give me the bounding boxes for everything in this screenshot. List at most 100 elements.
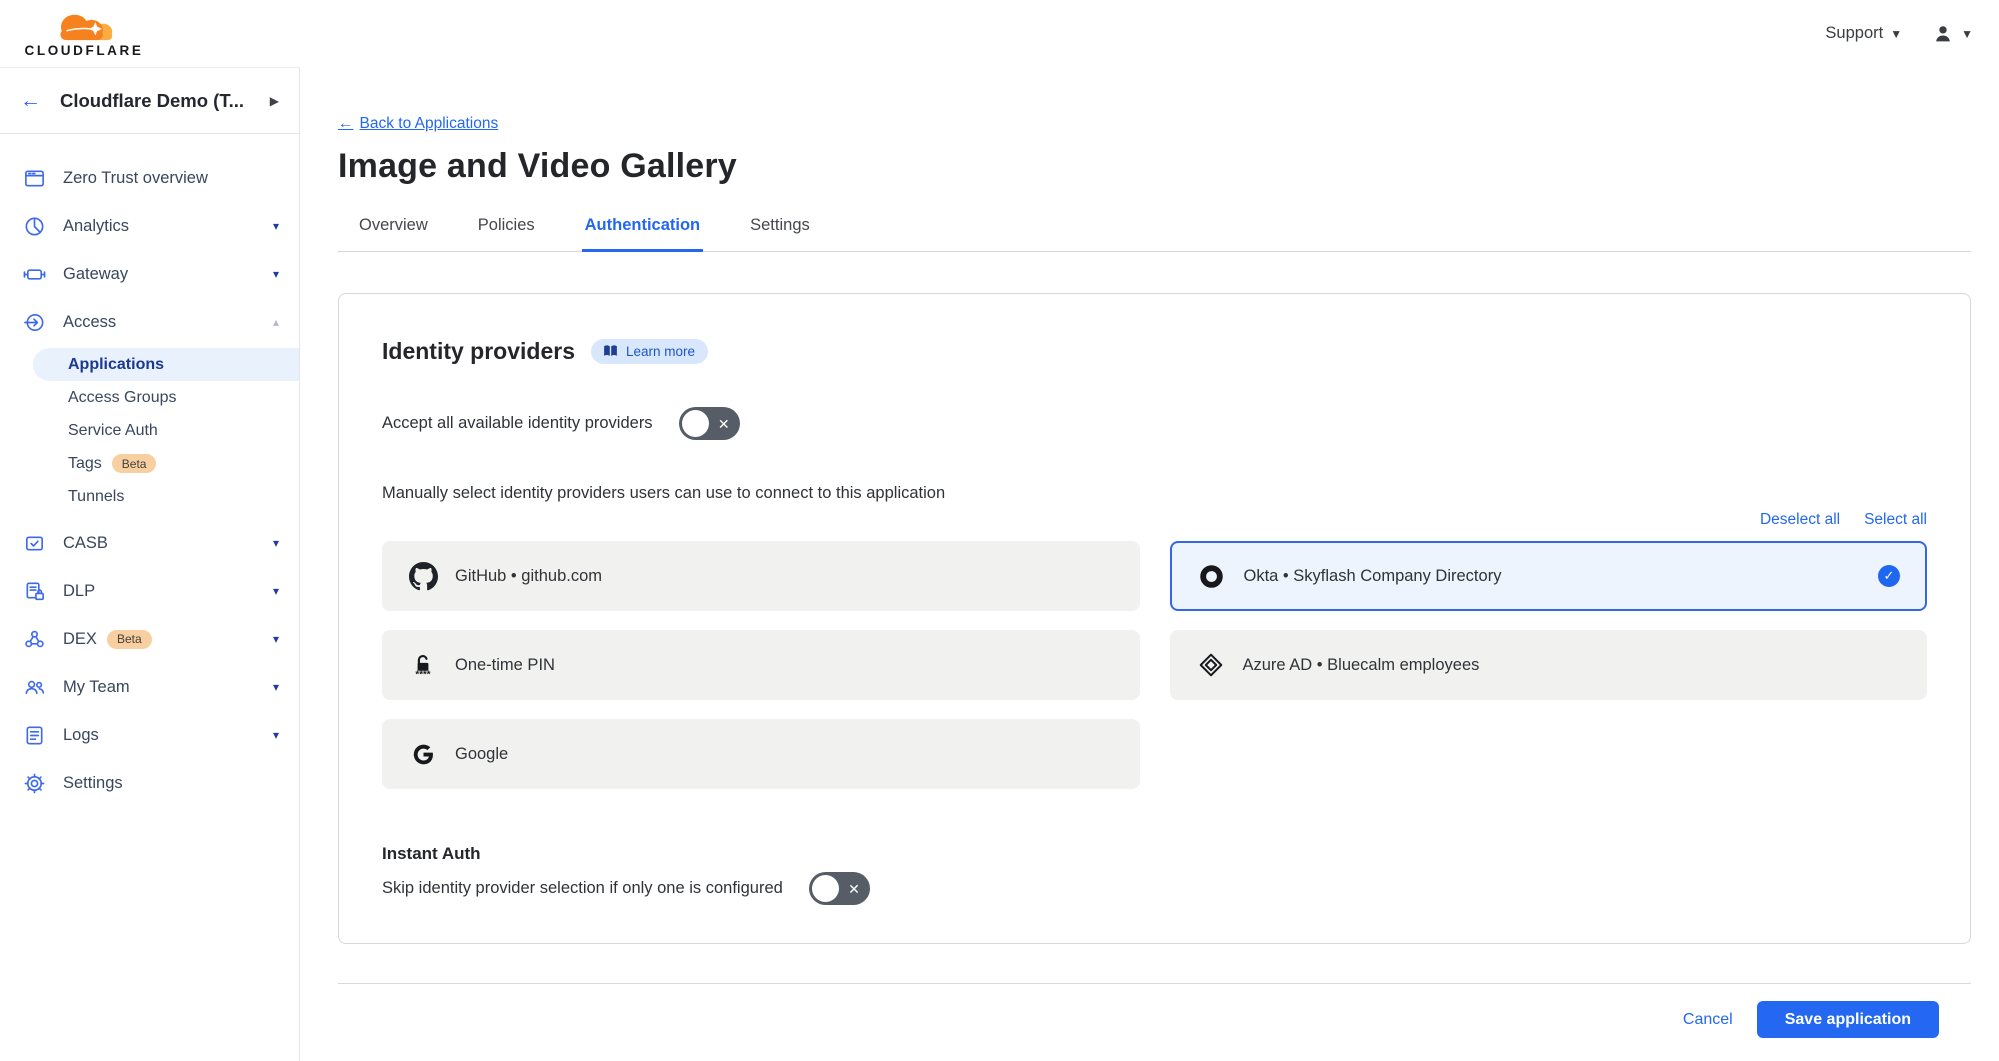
toggle-off-x-icon: ✕	[718, 417, 730, 431]
chevron-down-icon: ▼	[1961, 27, 1973, 41]
instant-auth-toggle[interactable]: ✕	[809, 872, 870, 905]
azure-ad-icon	[1196, 652, 1226, 678]
sidebar-item-label: Access	[63, 313, 116, 332]
accept-all-label: Accept all available identity providers	[382, 414, 653, 433]
support-menu[interactable]: Support ▼	[1825, 24, 1902, 43]
sidebar-item-label: Gateway	[63, 265, 128, 284]
team-header: ← Cloudflare Demo (T... ▶	[0, 67, 299, 134]
topbar-right: Support ▼ ▼	[1825, 23, 1973, 45]
sidebar-subitem-tags[interactable]: TagsBeta	[0, 447, 299, 480]
selected-check-icon: ✓	[1878, 565, 1900, 587]
toggle-off-x-icon: ✕	[848, 882, 860, 896]
user-icon	[1932, 23, 1954, 45]
select-all-link[interactable]: Select all	[1864, 511, 1927, 529]
page-title: Image and Video Gallery	[338, 147, 1971, 186]
cloudflare-logo: CLOUDFLARE	[18, 10, 150, 58]
expand-right-icon[interactable]: ▶	[270, 94, 279, 108]
one-time-pin-icon: ****	[408, 652, 438, 678]
provider-azure-ad-bluecalm-employees[interactable]: Azure AD • Bluecalm employees	[1170, 630, 1928, 700]
chevron-down-icon: ▾	[273, 584, 279, 598]
book-icon	[602, 344, 619, 359]
deselect-all-link[interactable]: Deselect all	[1760, 511, 1840, 529]
instant-auth-heading: Instant Auth	[382, 844, 1927, 864]
provider-okta-skyflash-company-directory[interactable]: Okta • Skyflash Company Directory ✓	[1170, 541, 1928, 611]
chevron-down-icon: ▾	[273, 632, 279, 646]
topbar: CLOUDFLARE Support ▼ ▼	[0, 0, 1999, 67]
team-icon	[22, 675, 46, 699]
sidebar-subitem-tunnels[interactable]: Tunnels	[0, 480, 299, 513]
tab-policies[interactable]: Policies	[475, 216, 538, 252]
back-link-label: Back to Applications	[360, 115, 499, 133]
overview-icon	[22, 166, 46, 190]
sidebar-item-settings[interactable]: Settings	[0, 759, 299, 807]
accept-all-toggle[interactable]: ✕	[679, 407, 740, 440]
sidebar-nav: Zero Trust overview Analytics ▾ Gateway ▾ Acc…	[0, 134, 299, 807]
sidebar-item-access[interactable]: Access▴	[0, 298, 299, 346]
sidebar-item-label: DLP	[63, 582, 95, 601]
sidebar-item-label: CASB	[63, 534, 108, 553]
main-content: ← Back to Applications Image and Video G…	[300, 67, 1999, 1061]
cloudflare-cloud-icon	[52, 10, 116, 42]
sidebar-item-gateway[interactable]: Gateway ▾	[0, 250, 299, 298]
provider-google[interactable]: Google	[382, 719, 1140, 789]
learn-more-label: Learn more	[626, 344, 695, 359]
footer-divider	[338, 983, 1971, 984]
tab-overview[interactable]: Overview	[356, 216, 431, 252]
provider-label: One-time PIN	[455, 656, 555, 675]
toggle-knob	[682, 410, 709, 437]
back-arrow-icon: ←	[338, 115, 354, 133]
sidebar-subitem-service-auth[interactable]: Service Auth	[0, 414, 299, 447]
sidebar-item-label: Analytics	[63, 217, 129, 236]
sidebar-subitem-access-groups[interactable]: Access Groups	[0, 381, 299, 414]
sidebar-item-casb[interactable]: CASB ▾	[0, 519, 299, 567]
user-menu[interactable]: ▼	[1932, 23, 1973, 45]
provider-label: Okta • Skyflash Company Directory	[1244, 567, 1502, 586]
sidebar-item-my-team[interactable]: My Team▾	[0, 663, 299, 711]
manual-select-text: Manually select identity providers users…	[382, 484, 1927, 503]
sidebar-item-logs[interactable]: Logs ▾	[0, 711, 299, 759]
okta-icon	[1197, 563, 1227, 590]
sidebar-item-zero-trust-overview[interactable]: Zero Trust overview	[0, 154, 299, 202]
chevron-down-icon: ▾	[273, 219, 279, 233]
provider-label: GitHub • github.com	[455, 567, 602, 586]
chevron-down-icon: ▾	[273, 728, 279, 742]
back-to-applications-link[interactable]: ← Back to Applications	[338, 115, 498, 133]
sidebar-item-dex[interactable]: DEXBeta▾	[0, 615, 299, 663]
provider-label: Google	[455, 745, 508, 764]
sidebar-item-label: Logs	[63, 726, 99, 745]
beta-badge: Beta	[112, 454, 157, 473]
tab-authentication[interactable]: Authentication	[582, 216, 704, 252]
logs-icon	[22, 723, 46, 747]
tab-bar: Overview Policies Authentication Settings	[338, 216, 1971, 252]
access-icon	[22, 310, 46, 334]
provider-grid: GitHub • github.com Okta • Skyflash Compa…	[382, 541, 1927, 789]
chevron-down-icon: ▾	[273, 536, 279, 550]
identity-providers-card: Identity providers Learn more Accept all…	[338, 293, 1971, 944]
chevron-down-icon: ▾	[273, 267, 279, 281]
sidebar-item-dlp[interactable]: DLP ▾	[0, 567, 299, 615]
tab-settings[interactable]: Settings	[747, 216, 813, 252]
toggle-knob	[812, 875, 839, 902]
sidebar-subitem-label: Applications	[68, 356, 164, 374]
learn-more-badge[interactable]: Learn more	[591, 339, 708, 364]
provider-one-time-pin[interactable]: **** One-time PIN	[382, 630, 1140, 700]
instant-auth-label: Skip identity provider selection if only…	[382, 879, 783, 898]
gateway-icon	[22, 262, 46, 286]
sidebar-subitem-applications[interactable]: Applications	[33, 348, 299, 381]
card-heading: Identity providers	[382, 338, 575, 365]
back-arrow-icon[interactable]: ←	[20, 89, 41, 113]
google-icon	[408, 742, 438, 767]
save-application-button[interactable]: Save application	[1757, 1001, 1939, 1038]
sidebar-subitem-label: Service Auth	[68, 422, 158, 440]
sidebar-item-analytics[interactable]: Analytics ▾	[0, 202, 299, 250]
sidebar-item-label: DEX	[63, 630, 97, 649]
cancel-button[interactable]: Cancel	[1683, 1011, 1733, 1029]
sidebar-subnav: Applications Access Groups Service Auth Tag…	[0, 346, 299, 519]
team-name: Cloudflare Demo (T...	[60, 90, 270, 112]
support-label: Support	[1825, 24, 1883, 43]
github-icon	[408, 562, 438, 591]
provider-github-github-com[interactable]: GitHub • github.com	[382, 541, 1140, 611]
chevron-down-icon: ▾	[273, 680, 279, 694]
sidebar: ← Cloudflare Demo (T... ▶ Zero Trust ove…	[0, 67, 300, 1061]
dex-icon	[22, 627, 46, 651]
